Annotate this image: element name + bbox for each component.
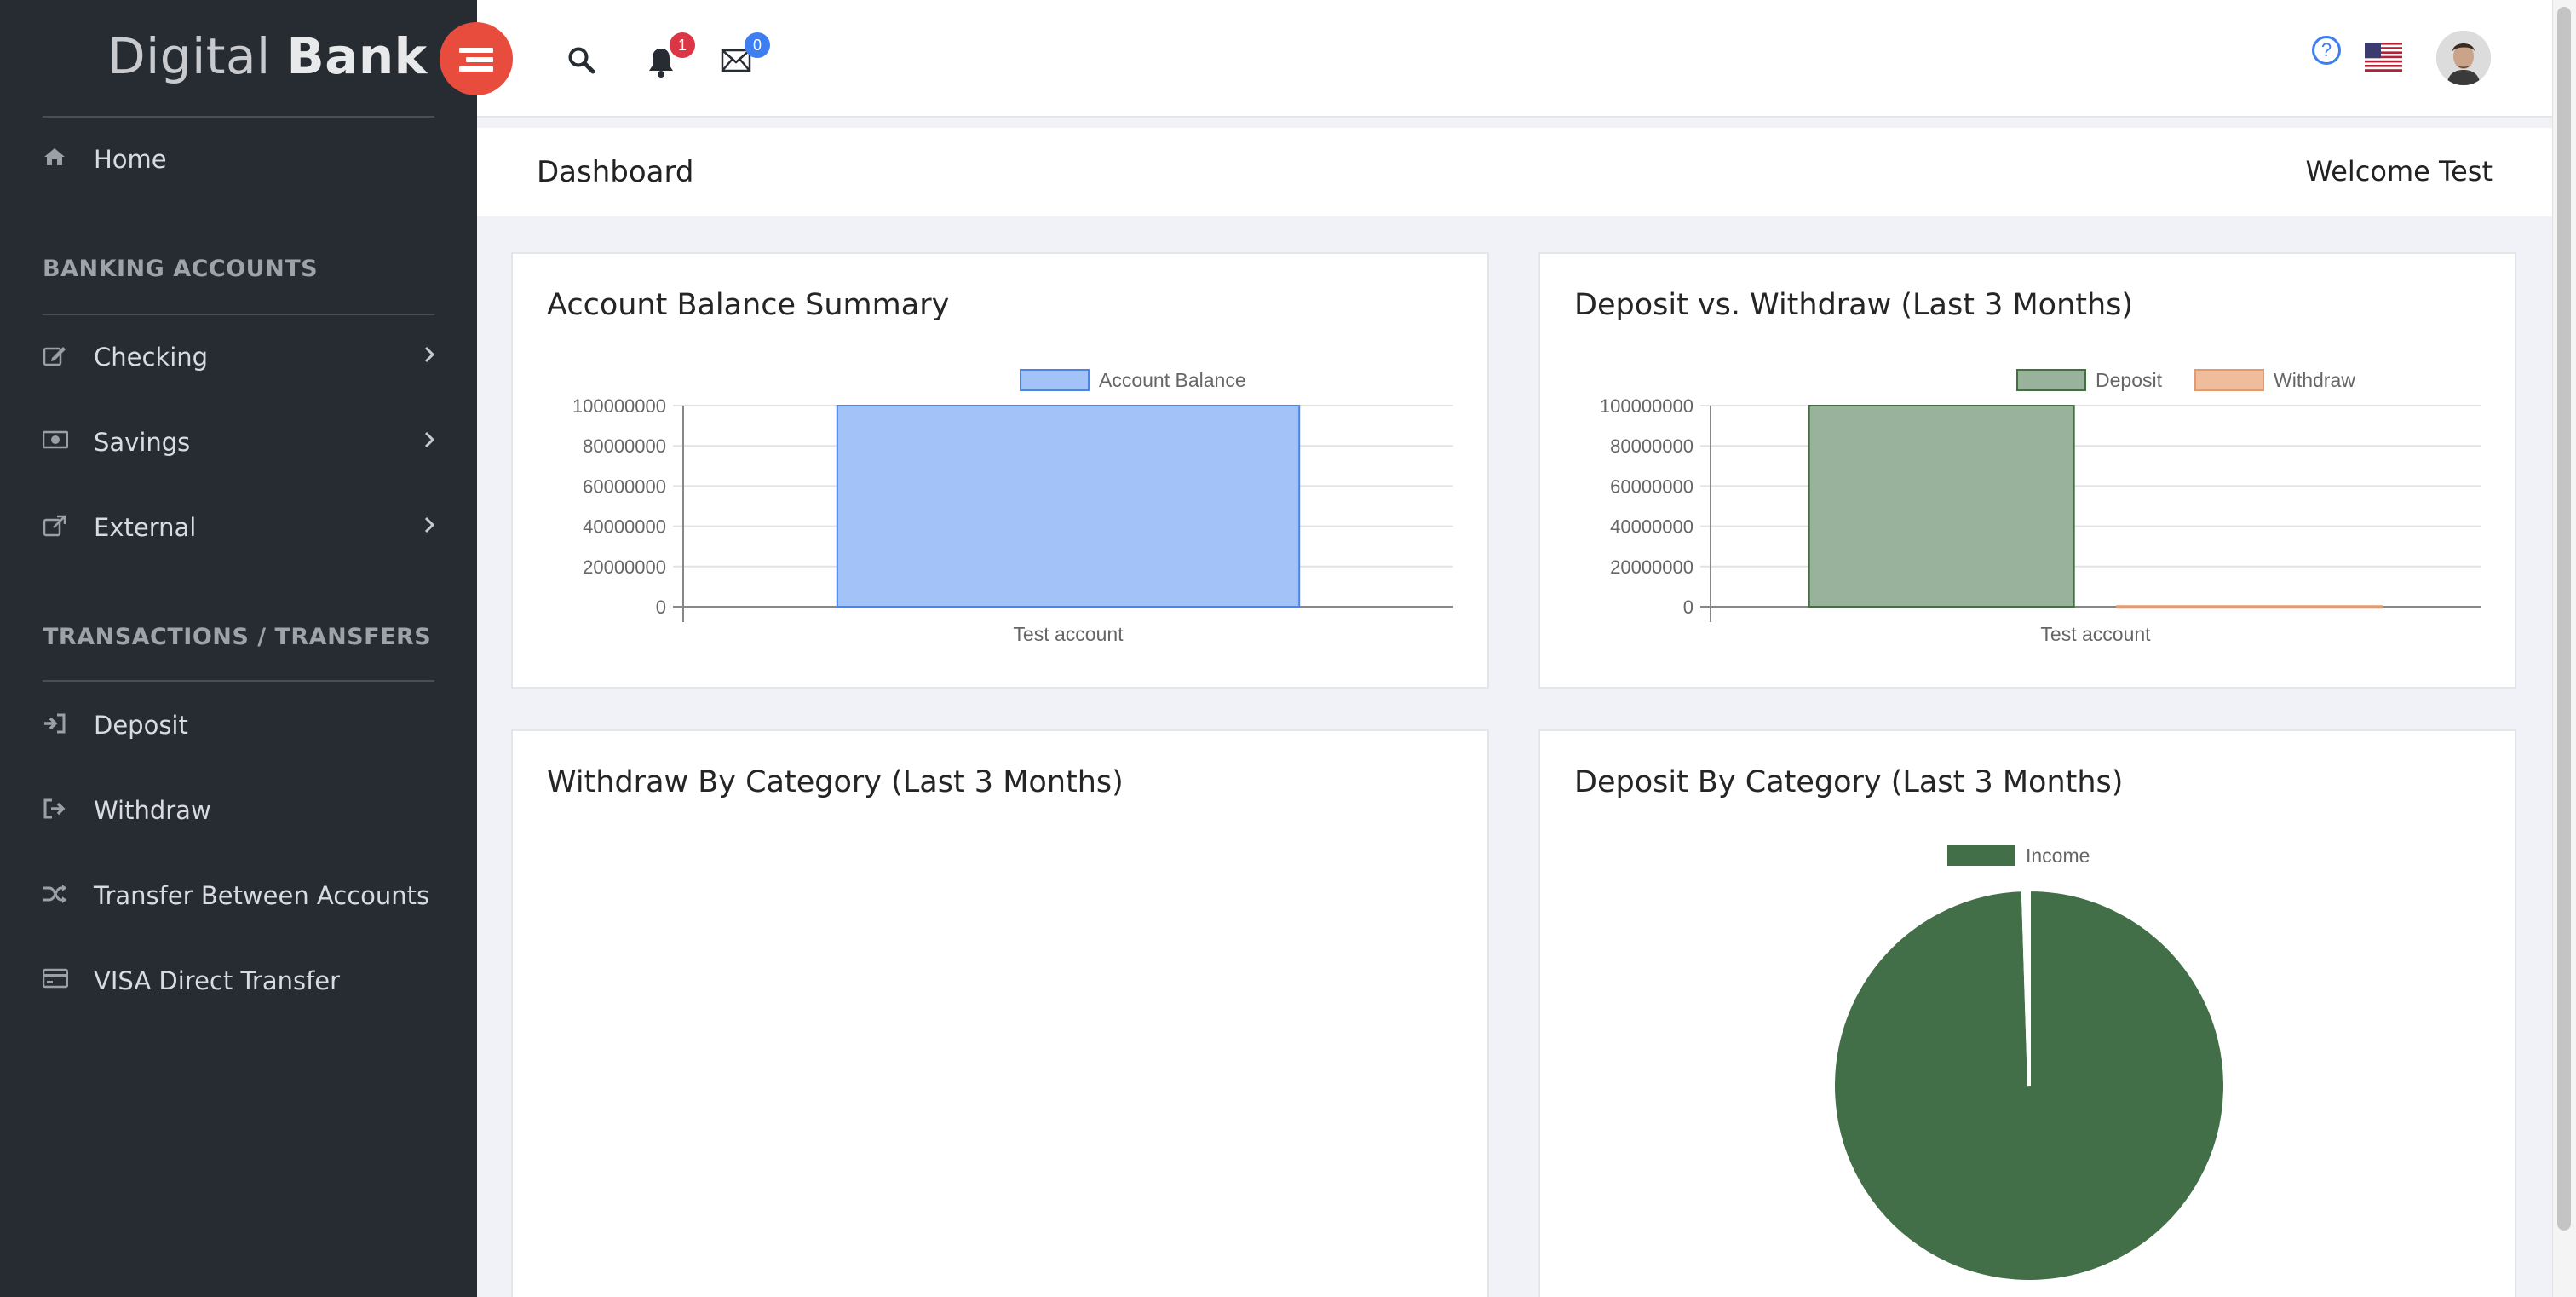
y-tick-label: 0 xyxy=(656,597,666,618)
section-title-transactions-transfers: TRANSACTIONS / TRANSFERS xyxy=(43,624,432,650)
deposit-vs-withdraw-card: Deposit vs. Withdraw (Last 3 Months) Dep… xyxy=(1538,252,2516,689)
y-tick-label: 80000000 xyxy=(1610,435,1693,457)
sidebar-item-deposit[interactable]: Deposit xyxy=(0,692,477,760)
messages-badge: 0 xyxy=(745,32,770,58)
sidebar-item-label: Withdraw xyxy=(94,796,211,825)
brand-logo-text: Digital Bank xyxy=(107,27,428,85)
bar xyxy=(2116,605,2383,609)
y-tick-label: 100000000 xyxy=(1600,395,1693,417)
x-tick-label: Test account xyxy=(2040,623,2151,645)
x-tick-label: Test account xyxy=(1013,623,1124,645)
sidebar-item-label: VISA Direct Transfer xyxy=(94,966,341,995)
bar xyxy=(836,405,1301,608)
sidebar-item-label: Transfer Between Accounts xyxy=(94,881,430,910)
sign-out-icon xyxy=(43,798,66,821)
legend-label: Withdraw xyxy=(2274,369,2355,391)
scrollbar-thumb[interactable] xyxy=(2557,7,2571,1231)
search-icon[interactable] xyxy=(567,46,596,78)
sidebar-item-withdraw[interactable]: Withdraw xyxy=(0,777,477,845)
brand[interactable]: Digital Bank xyxy=(0,0,477,116)
y-tick-label: 0 xyxy=(1683,597,1693,618)
sign-in-icon xyxy=(43,712,66,736)
section-title-banking-accounts: BANKING ACCOUNTS xyxy=(43,256,319,282)
withdraw-by-category-card: Withdraw By Category (Last 3 Months) xyxy=(511,729,1489,1297)
money-icon xyxy=(42,429,69,453)
external-link-icon xyxy=(43,515,66,539)
card-title: Withdraw By Category (Last 3 Months) xyxy=(547,765,1124,799)
shuffle-icon xyxy=(43,883,66,907)
us-flag-icon[interactable] xyxy=(2365,43,2402,72)
sidebar-item-savings[interactable]: Savings xyxy=(0,409,477,477)
y-tick-label: 40000000 xyxy=(1610,516,1693,538)
sidebar-item-label: Checking xyxy=(94,343,209,372)
legend-label: Account Balance xyxy=(1099,369,1246,391)
edit-icon xyxy=(43,344,66,368)
y-tick-label: 20000000 xyxy=(1610,556,1693,578)
sidebar-item-checking[interactable]: Checking xyxy=(0,324,477,392)
user-avatar[interactable] xyxy=(2436,31,2491,85)
home-icon xyxy=(43,147,66,170)
legend-label: Income xyxy=(2026,844,2090,867)
sidebar-item-transfer-between-accounts[interactable]: Transfer Between Accounts xyxy=(0,862,477,931)
sidebar-item-external[interactable]: External xyxy=(0,494,477,562)
y-tick-label: 60000000 xyxy=(1610,476,1693,497)
welcome-message: Welcome Test xyxy=(2305,155,2493,187)
legend-swatch xyxy=(1020,369,1090,391)
top-header xyxy=(477,0,2552,118)
sidebar: Digital Bank Home BANKING ACCOUNTS Check… xyxy=(0,0,477,1297)
chevron-right-icon xyxy=(423,513,436,541)
legend-swatch xyxy=(2194,369,2264,391)
chevron-right-icon xyxy=(423,343,436,371)
y-tick-label: 100000000 xyxy=(572,395,666,417)
divider xyxy=(43,314,434,315)
account-balance-summary-card: Account Balance Summary Account Balance 1… xyxy=(511,252,1489,689)
y-tick-label: 40000000 xyxy=(583,516,666,538)
y-tick-label: 80000000 xyxy=(583,435,666,457)
sidebar-item-label: Savings xyxy=(94,428,191,457)
menu-icon xyxy=(459,48,493,72)
sidebar-item-home[interactable]: Home xyxy=(0,126,477,194)
y-tick-label: 60000000 xyxy=(583,476,666,497)
sidebar-item-label: Home xyxy=(94,145,167,174)
notifications-badge: 1 xyxy=(670,32,695,58)
deposit-by-category-card: Deposit By Category (Last 3 Months) Inco… xyxy=(1538,729,2516,1297)
divider xyxy=(43,116,434,118)
help-icon[interactable]: ? xyxy=(2312,36,2341,65)
bar xyxy=(1808,405,2075,608)
deposit-vs-withdraw-chart: Deposit Withdraw 100000000 80000000 60000000… xyxy=(1600,369,2481,645)
legend-swatch xyxy=(1947,845,2015,866)
account-balance-chart: Account Balance 100000000 80000000 60000000… xyxy=(572,369,1453,645)
legend-swatch xyxy=(2016,369,2086,391)
sidebar-item-label: Deposit xyxy=(94,711,188,740)
divider xyxy=(43,680,434,682)
page-title-bar: Dashboard Welcome Test xyxy=(477,128,2552,216)
page-title: Dashboard xyxy=(537,155,694,189)
sidebar-item-visa-direct-transfer[interactable]: VISA Direct Transfer xyxy=(0,948,477,1016)
legend-label: Deposit xyxy=(2096,369,2163,391)
menu-toggle-button[interactable] xyxy=(440,22,513,95)
y-tick-label: 20000000 xyxy=(583,556,666,578)
credit-card-icon xyxy=(42,968,69,992)
deposit-by-category-chart: Income xyxy=(1831,844,2227,1283)
chevron-right-icon xyxy=(423,428,436,456)
sidebar-item-label: External xyxy=(94,513,197,542)
